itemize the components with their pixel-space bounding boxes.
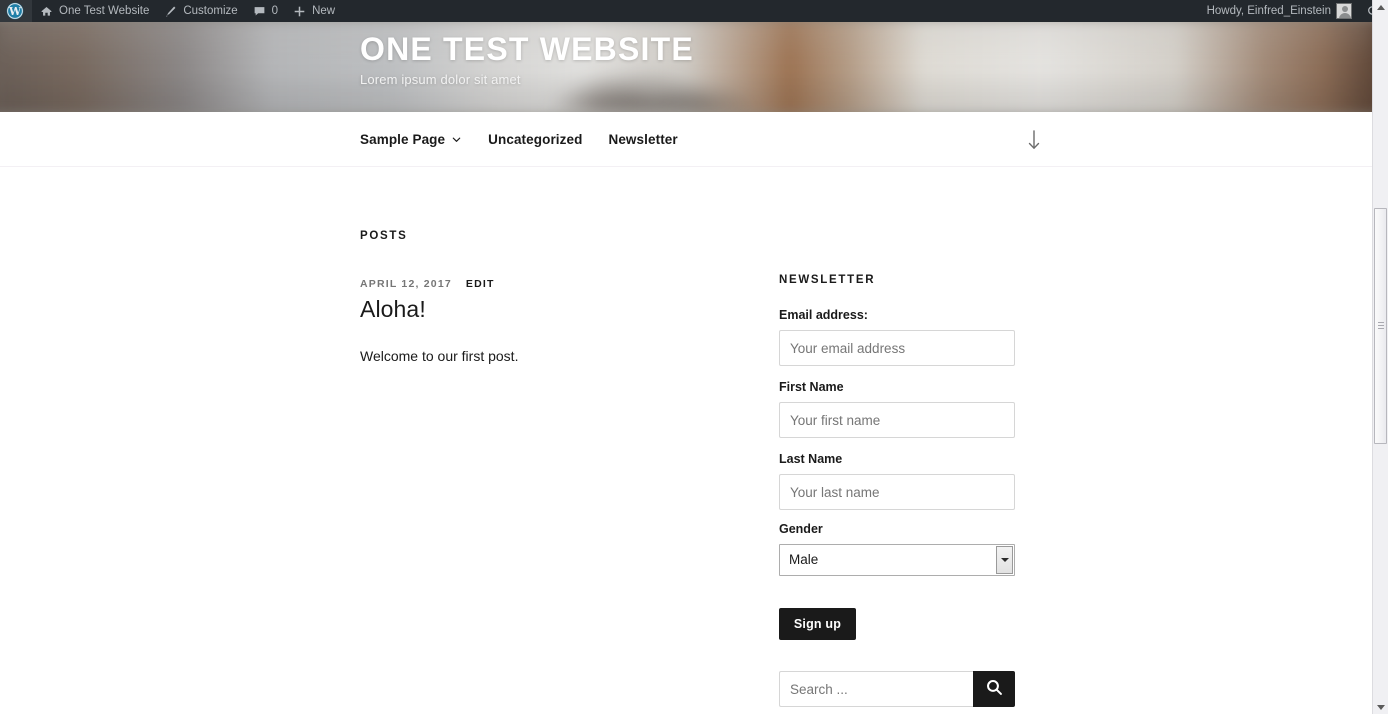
new-content-menu[interactable]: New <box>285 0 342 22</box>
search-submit-button[interactable] <box>973 671 1015 707</box>
post-article: APRIL 12, 2017 EDIT Aloha! Welcome to ou… <box>360 278 740 367</box>
last-name-input[interactable] <box>779 474 1015 510</box>
newsletter-widget-title: NEWSLETTER <box>779 274 876 286</box>
page-scrollbar[interactable] <box>1372 0 1388 714</box>
nav-label: Newsletter <box>608 132 678 147</box>
email-input[interactable] <box>779 330 1015 366</box>
comment-bubble-icon <box>252 4 267 19</box>
avatar <box>1336 3 1352 19</box>
chevron-down-icon <box>1376 704 1385 710</box>
posts-heading: POSTS <box>360 230 408 242</box>
site-tagline: Lorem ipsum dolor sit amet <box>360 72 521 88</box>
search-widget <box>779 671 1015 707</box>
email-field-group: Email address: <box>779 308 1015 366</box>
svg-text:W: W <box>8 5 22 18</box>
scrollbar-down-arrow[interactable] <box>1373 700 1388 714</box>
nav-label: Uncategorized <box>488 132 583 147</box>
customize-label: Customize <box>183 5 238 17</box>
nav-menu: Sample Page Uncategorized Newsletter <box>360 112 678 167</box>
email-label: Email address: <box>779 308 868 322</box>
posts-column: POSTS APRIL 12, 2017 EDIT Aloha! Welcome… <box>360 230 740 367</box>
gender-select[interactable]: Male <box>779 544 1015 576</box>
gender-label: Gender <box>779 522 823 536</box>
comments-menu[interactable]: 0 <box>245 0 285 22</box>
search-input[interactable] <box>779 671 973 707</box>
post-excerpt: Welcome to our first post. <box>360 348 519 364</box>
site-name-label: One Test Website <box>59 5 150 17</box>
comments-count: 0 <box>271 5 279 17</box>
first-name-label: First Name <box>779 380 844 394</box>
wp-admin-bar: W One Test Website Customize 0 New Howdy… <box>0 0 1388 22</box>
plus-icon <box>292 4 307 19</box>
post-title[interactable]: Aloha! <box>360 296 740 323</box>
last-name-label: Last Name <box>779 452 843 466</box>
page-content: POSTS APRIL 12, 2017 EDIT Aloha! Welcome… <box>0 167 1372 714</box>
new-label: New <box>312 5 336 17</box>
post-edit-link[interactable]: EDIT <box>466 278 495 290</box>
last-name-field-group: Last Name <box>779 452 1015 510</box>
newsletter-form: Email address: First Name Last Name Gend… <box>779 308 1015 640</box>
paintbrush-icon <box>163 4 178 19</box>
scrollbar-thumb[interactable] <box>1374 208 1387 444</box>
first-name-input[interactable] <box>779 402 1015 438</box>
site-header: ONE TEST WEBSITE Lorem ipsum dolor sit a… <box>0 22 1372 112</box>
wordpress-logo-menu[interactable]: W <box>0 0 32 22</box>
header-text-block: ONE TEST WEBSITE Lorem ipsum dolor sit a… <box>360 30 694 87</box>
chevron-down-icon[interactable] <box>996 546 1013 574</box>
site-name-menu[interactable]: One Test Website <box>32 0 156 22</box>
adminbar-right-group: Howdy, Einfred_Einstein <box>1200 0 1388 22</box>
nav-item-uncategorized[interactable]: Uncategorized <box>488 132 582 147</box>
search-icon <box>985 678 1004 700</box>
nav-item-sample-page[interactable]: Sample Page <box>360 132 462 147</box>
gender-selected-value: Male <box>789 552 819 567</box>
my-account-menu[interactable]: Howdy, Einfred_Einstein <box>1200 0 1359 22</box>
howdy-label: Howdy, Einfred_Einstein <box>1206 5 1331 17</box>
nav-label: Sample Page <box>360 132 446 147</box>
first-name-field-group: First Name <box>779 380 1015 438</box>
post-date: APRIL 12, 2017 <box>360 278 452 290</box>
signup-button[interactable]: Sign up <box>779 608 856 640</box>
post-meta: APRIL 12, 2017 EDIT <box>360 278 740 290</box>
nav-item-newsletter[interactable]: Newsletter <box>608 132 677 147</box>
gender-field-group: Gender Male <box>779 522 1015 576</box>
chevron-up-icon <box>1376 4 1385 10</box>
scrollbar-up-arrow[interactable] <box>1373 0 1388 14</box>
chevron-down-icon[interactable] <box>451 134 462 145</box>
customize-menu[interactable]: Customize <box>156 0 244 22</box>
site-title[interactable]: ONE TEST WEBSITE <box>360 30 694 68</box>
home-icon <box>39 4 54 19</box>
arrow-down-icon[interactable] <box>1024 126 1044 154</box>
sidebar: NEWSLETTER Email address: First Name Las… <box>779 274 1015 640</box>
wordpress-icon: W <box>6 2 24 20</box>
primary-navigation-bar: Sample Page Uncategorized Newsletter <box>0 112 1372 167</box>
